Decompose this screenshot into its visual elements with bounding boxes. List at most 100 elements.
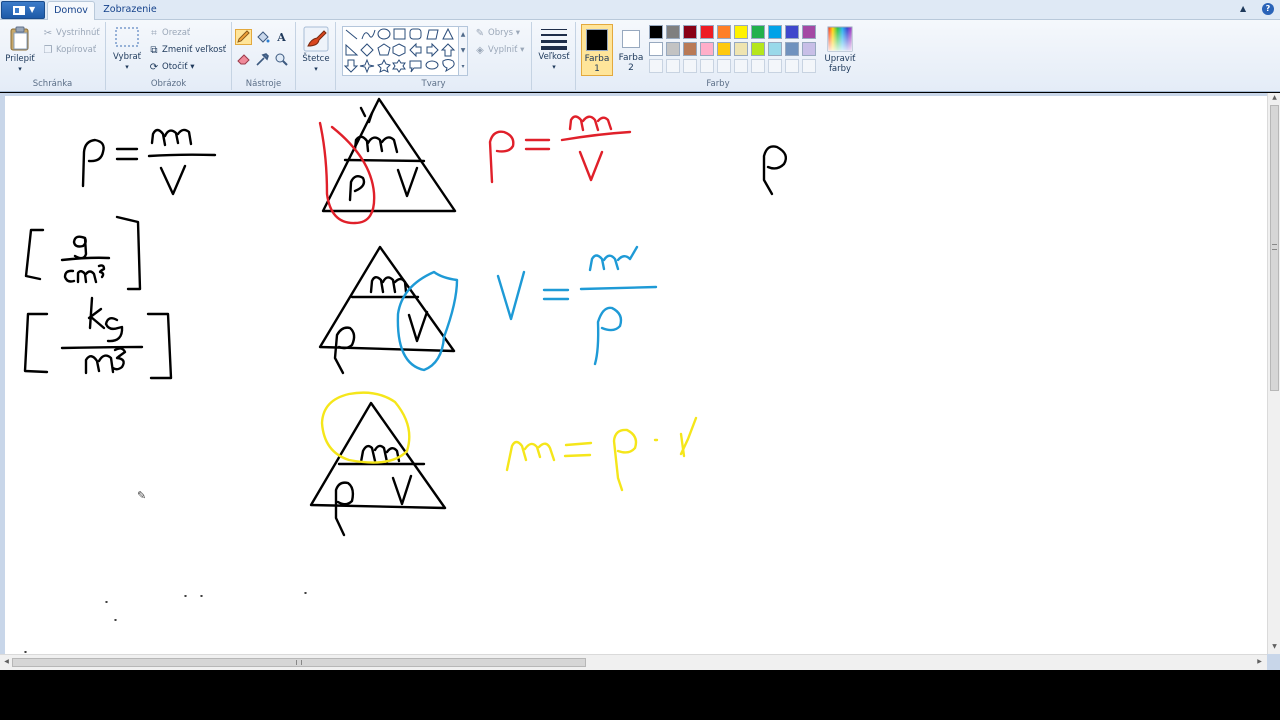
- help-icon[interactable]: ?: [1262, 3, 1274, 15]
- brushes-button[interactable]: Štetce ▾: [299, 26, 333, 74]
- eyedropper-icon: [256, 53, 269, 66]
- chevron-down-icon: ▼: [29, 5, 36, 14]
- tools-group: A Nástroje: [232, 22, 296, 90]
- fill-label: Vyplniť: [488, 45, 518, 55]
- palette-empty-slot[interactable]: [683, 59, 697, 73]
- palette-swatch[interactable]: [802, 42, 816, 56]
- scroll-down-icon[interactable]: ▼: [1268, 643, 1280, 650]
- magnifier-tool[interactable]: [273, 51, 290, 67]
- chevron-down-icon: ▾: [520, 45, 525, 55]
- copy-icon: ❐: [43, 45, 53, 56]
- outline-icon: ✎: [475, 28, 485, 39]
- horizontal-scrollbar[interactable]: ◀ ▶: [0, 654, 1267, 670]
- size-button[interactable]: Veľkosť ▾: [536, 26, 572, 72]
- eraser-icon: [237, 54, 250, 65]
- color1-swatch: [586, 29, 608, 51]
- drawing-layer: [23, 97, 788, 653]
- brushes-group: Štetce ▾: [296, 22, 336, 90]
- triangle-3: [309, 401, 447, 537]
- palette-swatch[interactable]: [700, 42, 714, 56]
- rho-symbol: [762, 145, 788, 196]
- color2-button[interactable]: Farba 2: [616, 24, 646, 76]
- fill-icon: ◈: [476, 45, 484, 56]
- paste-icon: [10, 26, 29, 51]
- eraser-tool[interactable]: [235, 51, 252, 67]
- scroll-up-icon[interactable]: ▲: [1268, 94, 1280, 101]
- minimize-ribbon-icon[interactable]: ▲: [1240, 4, 1246, 13]
- palette-swatch[interactable]: [768, 42, 782, 56]
- paint-menu-button[interactable]: ▼: [1, 1, 45, 19]
- paste-button[interactable]: Prilepiť ▾: [3, 26, 37, 74]
- palette-empty-slot[interactable]: [802, 59, 816, 73]
- crop-icon: ⌗: [151, 28, 157, 39]
- shapes-scroll[interactable]: ▲ ▼ ▾: [458, 26, 468, 76]
- size-label: Veľkosť: [538, 52, 570, 62]
- palette-swatch[interactable]: [666, 42, 680, 56]
- palette-empty-slot[interactable]: [666, 59, 680, 73]
- scissors-icon: ✂: [43, 28, 53, 39]
- text-tool[interactable]: A: [273, 29, 290, 45]
- palette-swatch[interactable]: [785, 42, 799, 56]
- palette-empty-slot[interactable]: [649, 59, 663, 73]
- palette-swatch[interactable]: [700, 25, 714, 39]
- drawing-canvas[interactable]: ✎: [5, 96, 1267, 654]
- palette-swatch[interactable]: [751, 25, 765, 39]
- paste-label: Prilepiť: [5, 54, 35, 64]
- palette-swatch[interactable]: [734, 25, 748, 39]
- workspace: ✎ ▲ ▼ ◀ ▶: [0, 93, 1280, 670]
- palette-empty-slot[interactable]: [734, 59, 748, 73]
- crop-button[interactable]: ⌗ Orezať: [148, 26, 190, 41]
- edit-colors-button[interactable]: Upraviť farby: [822, 26, 858, 74]
- edit-colors-label-2: farby: [828, 64, 852, 74]
- palette-swatch[interactable]: [717, 25, 731, 39]
- palette-swatch[interactable]: [683, 42, 697, 56]
- fill-tool[interactable]: [254, 29, 271, 45]
- palette-empty-slot[interactable]: [785, 59, 799, 73]
- vertical-scrollbar[interactable]: ▲ ▼: [1267, 93, 1280, 654]
- line-size-icon: [541, 29, 567, 50]
- palette-swatch[interactable]: [649, 42, 663, 56]
- palette-empty-slot[interactable]: [700, 59, 714, 73]
- palette-empty-slot[interactable]: [717, 59, 731, 73]
- size-group: Veľkosť ▾: [532, 22, 576, 90]
- rotate-button[interactable]: ⟳ Otočiť ▾: [148, 60, 195, 75]
- palette-empty-slot[interactable]: [751, 59, 765, 73]
- chevron-down-icon: ▾: [515, 28, 521, 38]
- horizontal-scroll-thumb[interactable]: [12, 658, 586, 667]
- palette-swatch[interactable]: [785, 25, 799, 39]
- scroll-right-icon[interactable]: ▶: [1253, 658, 1266, 665]
- colors-group-label: Farby: [706, 79, 730, 89]
- color2-label: Farba: [618, 53, 644, 63]
- menu-icon: [13, 6, 25, 15]
- shapes-gallery[interactable]: [342, 26, 468, 76]
- vertical-scroll-thumb[interactable]: [1270, 105, 1279, 391]
- palette-swatch[interactable]: [717, 42, 731, 56]
- triangle-1: [321, 97, 457, 213]
- edit-colors-label: Upraviť: [824, 54, 856, 64]
- color-picker-tool[interactable]: [254, 51, 271, 67]
- palette-swatch[interactable]: [751, 42, 765, 56]
- palette-swatch[interactable]: [734, 42, 748, 56]
- copy-button[interactable]: ❐ Kopírovať: [42, 43, 97, 58]
- tab-view[interactable]: Zobrazenie: [100, 1, 160, 20]
- formula-mass-yellow: [320, 391, 698, 492]
- resize-icon: ⧉: [150, 45, 158, 56]
- select-rectangle-icon: [115, 27, 139, 47]
- resize-button[interactable]: ⧉ Zmeniť veľkosť: [148, 43, 226, 58]
- select-button[interactable]: Vybrať ▾: [110, 26, 144, 72]
- stray-dots: [24, 592, 307, 653]
- outline-button[interactable]: ✎ Obrys ▾: [474, 26, 520, 41]
- palette-swatch[interactable]: [649, 25, 663, 39]
- palette-swatch[interactable]: [768, 25, 782, 39]
- palette-swatch[interactable]: [666, 25, 680, 39]
- pencil-tool[interactable]: [235, 29, 252, 45]
- fill-button[interactable]: ◈ Vyplniť ▾: [474, 43, 524, 58]
- palette-swatch[interactable]: [802, 25, 816, 39]
- palette-empty-slot[interactable]: [768, 59, 782, 73]
- clipboard-group-label: Schránka: [32, 79, 73, 89]
- tab-home[interactable]: Domov: [47, 1, 95, 20]
- color1-button[interactable]: Farba 1: [581, 24, 613, 76]
- chevron-down-icon: ▾: [190, 62, 195, 72]
- cut-button[interactable]: ✂ Vystrihnúť: [42, 26, 100, 41]
- palette-swatch[interactable]: [683, 25, 697, 39]
